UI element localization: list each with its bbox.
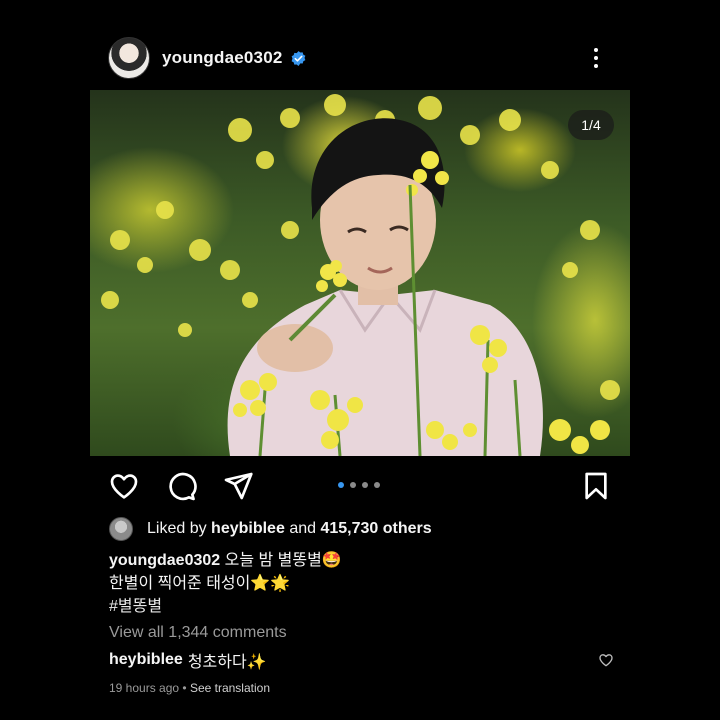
liker-avatar[interactable] bbox=[109, 517, 133, 541]
carousel-dot bbox=[374, 482, 380, 488]
post-photo[interactable]: 1/4 bbox=[90, 90, 630, 456]
caption-text-2: 한별이 찍어준 태성이⭐🌟 bbox=[109, 575, 291, 592]
post-caption: youngdae0302 오늘 밤 별똥별🤩 한별이 찍어준 태성이⭐🌟 #별똥… bbox=[109, 549, 589, 618]
meta-separator: • bbox=[179, 681, 190, 695]
heart-icon[interactable] bbox=[108, 470, 140, 502]
comment-icon[interactable] bbox=[165, 470, 197, 502]
likes-and: and bbox=[289, 520, 317, 537]
verified-badge-icon bbox=[291, 50, 305, 66]
caption-username[interactable]: youngdae0302 bbox=[109, 552, 220, 569]
comment-username[interactable]: heybiblee bbox=[109, 651, 183, 669]
caption-text-1: 오늘 밤 별똥별🤩 bbox=[224, 552, 342, 569]
likes-count[interactable]: 415,730 others bbox=[320, 520, 431, 538]
post-username[interactable]: youngdae0302 bbox=[162, 48, 283, 68]
photo-counter: 1/4 bbox=[568, 110, 614, 140]
comment-preview: heybiblee 청초하다✨ bbox=[109, 648, 614, 672]
view-all-comments-link[interactable]: View all 1,344 comments bbox=[109, 624, 287, 642]
comment-text: 청초하다✨ bbox=[187, 654, 267, 671]
caption-hashtag[interactable]: #별똥별 bbox=[109, 595, 589, 618]
see-translation-link[interactable]: See translation bbox=[190, 681, 270, 695]
carousel-dot bbox=[350, 482, 356, 488]
carousel-dot-active bbox=[338, 482, 344, 488]
post-header: youngdae0302 bbox=[108, 37, 628, 79]
carousel-dot bbox=[362, 482, 368, 488]
carousel-indicator bbox=[338, 482, 380, 488]
liker-username[interactable]: heybiblee bbox=[211, 520, 285, 538]
likes-prefix: Liked by bbox=[147, 520, 207, 537]
avatar[interactable] bbox=[108, 37, 150, 79]
likes-summary: Liked by heybiblee and 415,730 others bbox=[109, 516, 432, 542]
caption-line-1: youngdae0302 오늘 밤 별똥별🤩 bbox=[109, 549, 589, 572]
more-options-icon[interactable] bbox=[584, 44, 608, 72]
action-bar bbox=[108, 468, 612, 504]
paper-plane-icon[interactable] bbox=[222, 470, 254, 502]
post-time: 19 hours ago bbox=[109, 681, 180, 695]
post-meta: 19 hours ago • See translation bbox=[109, 681, 270, 695]
comment-like-heart-icon[interactable] bbox=[598, 652, 614, 668]
bookmark-icon[interactable] bbox=[580, 470, 612, 502]
photo-illustration bbox=[101, 94, 620, 456]
